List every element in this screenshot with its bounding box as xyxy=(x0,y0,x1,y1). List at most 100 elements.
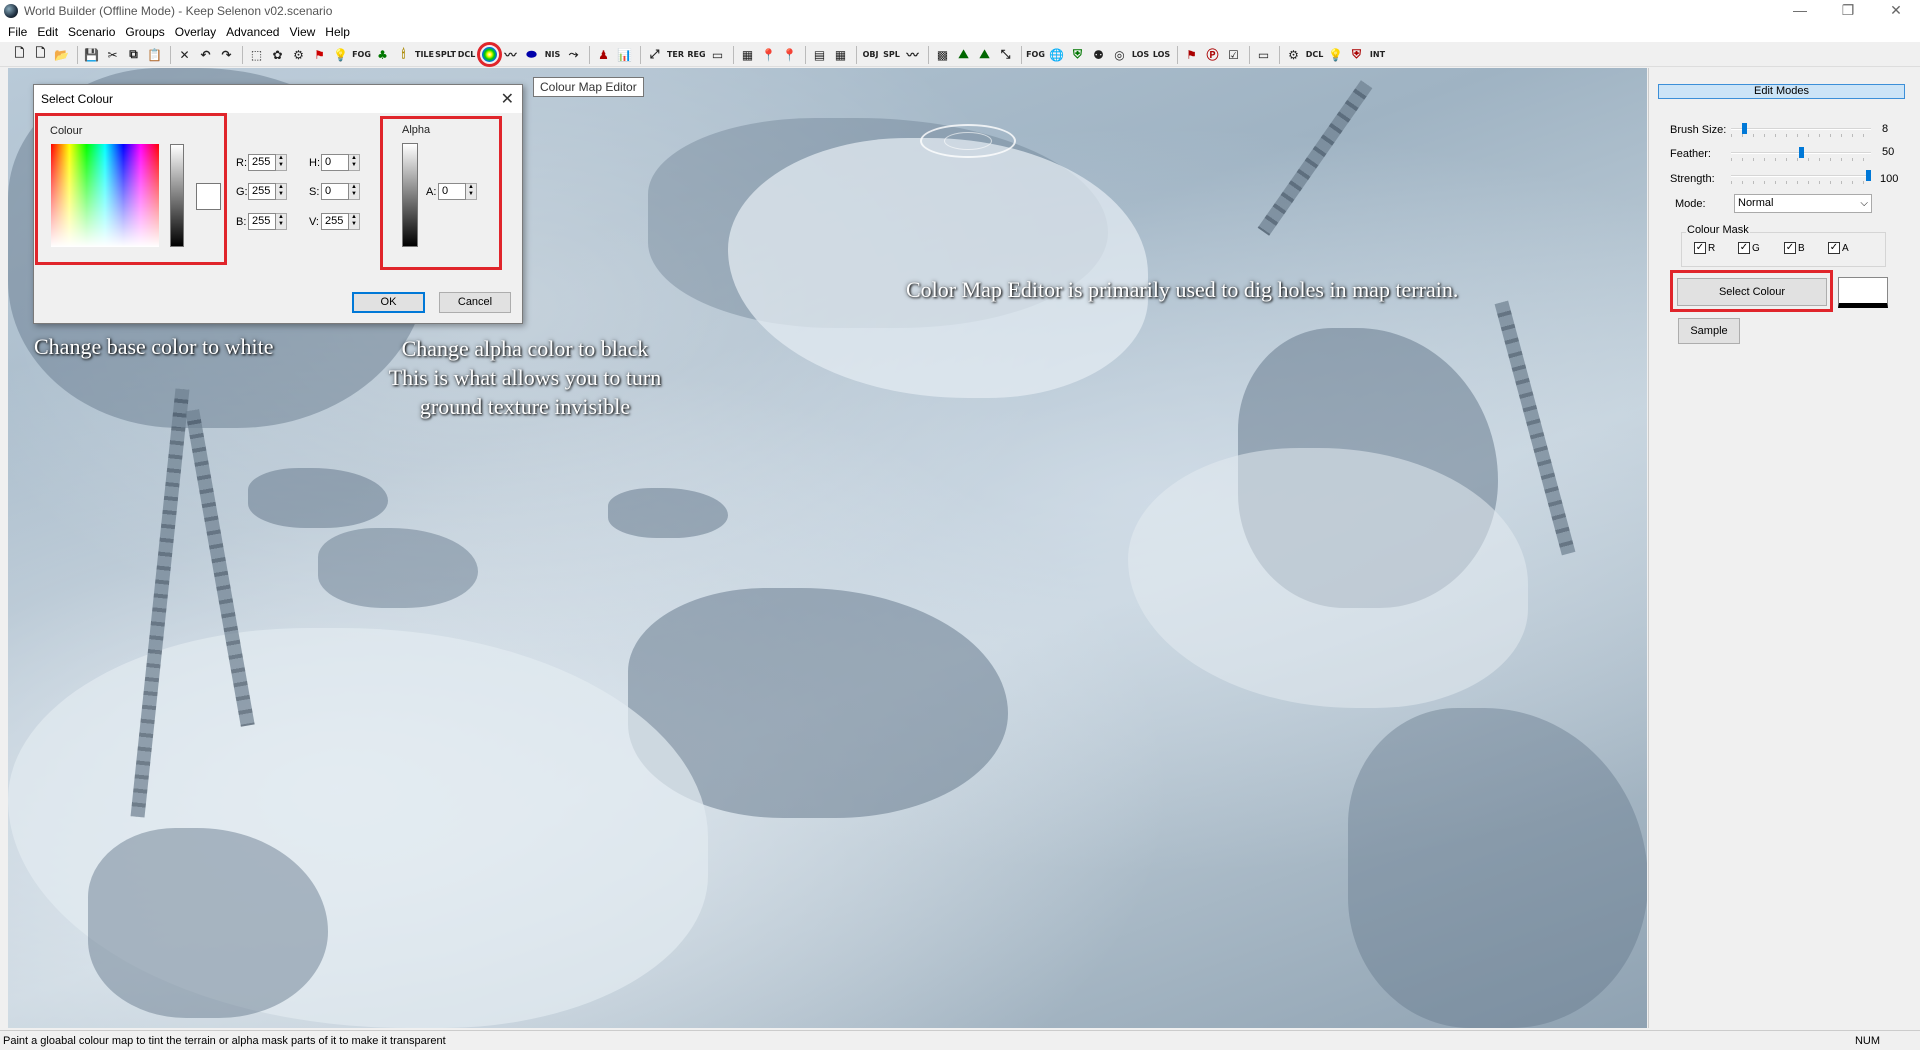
value-arrows[interactable]: ▲ ▼ xyxy=(349,213,360,230)
spline-button[interactable]: SPL xyxy=(882,45,901,64)
cut-icon[interactable]: ✂ xyxy=(103,45,122,64)
new-file-icon[interactable]: 🗋 xyxy=(10,45,29,64)
cancel-button[interactable]: Cancel xyxy=(439,292,511,313)
maximize-button[interactable]: ❐ xyxy=(1824,0,1872,22)
parking-icon[interactable]: Ⓟ xyxy=(1203,45,1222,64)
decal-toggle-button[interactable]: DCL xyxy=(1305,45,1324,64)
pattern-icon[interactable]: ▩ xyxy=(933,45,952,64)
sample-button[interactable]: Sample xyxy=(1678,318,1740,344)
brush-size-thumb[interactable] xyxy=(1741,123,1747,134)
delete-icon[interactable]: ✕ xyxy=(175,45,194,64)
blue-spinner[interactable]: B: 255 ▲ ▼ xyxy=(236,213,287,230)
group-icon[interactable]: ⚉ xyxy=(1089,45,1108,64)
landscape-icon[interactable]: ⛰ xyxy=(954,45,973,64)
torch-icon[interactable]: 🕯 xyxy=(394,45,413,64)
alpha-input[interactable]: 0 xyxy=(438,183,466,200)
red-arrows[interactable]: ▲ ▼ xyxy=(276,154,287,171)
region-button[interactable]: REG xyxy=(687,45,706,64)
chart-icon[interactable]: 📊 xyxy=(615,45,634,64)
nis-button[interactable]: NIS xyxy=(543,45,562,64)
road-icon[interactable]: 〰 xyxy=(501,45,520,64)
select-colour-button[interactable]: Select Colour xyxy=(1677,278,1827,306)
close-window-button[interactable]: ✕ xyxy=(1872,0,1920,22)
strength-thumb[interactable] xyxy=(1866,170,1871,181)
blue-input[interactable]: 255 xyxy=(248,213,276,230)
mask-b-checkbox[interactable]: ✓ B xyxy=(1784,242,1805,254)
mask-r-checkbox[interactable]: ✓ R xyxy=(1694,242,1715,254)
colour-map-editor-icon[interactable] xyxy=(477,42,502,67)
pin-alt-icon[interactable]: 📍 xyxy=(780,45,799,64)
settings-icon[interactable]: ⚙ xyxy=(1284,45,1303,64)
new-map-icon[interactable]: 🗋 xyxy=(31,45,50,64)
undo-icon[interactable]: ↶ xyxy=(196,45,215,64)
flag-icon[interactable]: ⚑ xyxy=(310,45,329,64)
dialog-close-icon[interactable]: ✕ xyxy=(501,89,514,109)
frame-icon[interactable]: ▭ xyxy=(708,45,727,64)
banner-icon[interactable]: ⚑ xyxy=(1182,45,1201,64)
unit-icon[interactable]: ♟ xyxy=(594,45,613,64)
hue-arrows[interactable]: ▲ ▼ xyxy=(349,154,360,171)
shield-alt-icon[interactable]: ⛨ xyxy=(1347,45,1366,64)
menu-view[interactable]: View xyxy=(289,25,315,39)
green-input[interactable]: 255 xyxy=(248,183,276,200)
lightbulb-icon[interactable]: 💡 xyxy=(331,45,350,64)
grid-icon[interactable]: ▦ xyxy=(738,45,757,64)
blue-arrows[interactable]: ▲ ▼ xyxy=(276,213,287,230)
menu-help[interactable]: Help xyxy=(325,25,350,39)
transform-icon[interactable]: ⤡ xyxy=(996,45,1015,64)
edit-modes-header[interactable]: Edit Modes xyxy=(1658,84,1905,99)
target-icon[interactable]: ◎ xyxy=(1110,45,1129,64)
open-folder-icon[interactable]: 📂 xyxy=(52,45,71,64)
tile-button[interactable]: TILE xyxy=(415,45,434,64)
marker-icon[interactable]: ⤢ xyxy=(645,45,664,64)
alpha-slider[interactable] xyxy=(402,143,418,247)
plant-icon[interactable]: ♣ xyxy=(373,45,392,64)
los-alt-button[interactable]: LOS xyxy=(1152,45,1171,64)
green-arrows[interactable]: ▲ ▼ xyxy=(276,183,287,200)
fog-button[interactable]: FOG xyxy=(352,45,371,64)
hue-input[interactable]: 0 xyxy=(321,154,349,171)
saturation-arrows[interactable]: ▲ ▼ xyxy=(349,183,360,200)
minimize-button[interactable]: — xyxy=(1776,0,1824,22)
red-spinner[interactable]: R: 255 ▲ ▼ xyxy=(236,154,287,171)
brush-size-slider[interactable] xyxy=(1731,123,1871,137)
mode-select[interactable]: Normal ⌵ xyxy=(1734,194,1872,213)
menu-scenario[interactable]: Scenario xyxy=(68,25,115,39)
feather-slider[interactable] xyxy=(1731,147,1871,161)
los-button[interactable]: LOS xyxy=(1131,45,1150,64)
feather-thumb[interactable] xyxy=(1798,147,1804,158)
menu-file[interactable]: File xyxy=(8,25,27,39)
alpha-spinner[interactable]: A: 0 ▲ ▼ xyxy=(426,183,477,200)
globe-icon[interactable]: 🌐 xyxy=(1047,45,1066,64)
menu-groups[interactable]: Groups xyxy=(125,25,164,39)
value-spinner[interactable]: V: 255 ▲ ▼ xyxy=(309,213,360,230)
gear-icon[interactable]: ⚙ xyxy=(289,45,308,64)
decal-button[interactable]: DCL xyxy=(457,45,476,64)
water-icon[interactable]: ⬬ xyxy=(522,45,541,64)
green-spinner[interactable]: G: 255 ▲ ▼ xyxy=(236,183,287,200)
camera-icon[interactable]: ▭ xyxy=(1254,45,1273,64)
saturation-spinner[interactable]: S: 0 ▲ ▼ xyxy=(309,183,360,200)
light-icon[interactable]: 💡 xyxy=(1326,45,1345,64)
saturation-input[interactable]: 0 xyxy=(321,183,349,200)
copy-icon[interactable]: ⧉ xyxy=(124,45,143,64)
pin-icon[interactable]: 📍 xyxy=(759,45,778,64)
landscape-alt-icon[interactable]: ⛰ xyxy=(975,45,994,64)
checklist-icon[interactable]: ☑ xyxy=(1224,45,1243,64)
splat-button[interactable]: SPLT xyxy=(435,45,456,64)
save-icon[interactable]: 💾 xyxy=(82,45,101,64)
ok-button[interactable]: OK xyxy=(352,292,425,313)
mask-a-checkbox[interactable]: ✓ A xyxy=(1828,242,1849,254)
menu-edit[interactable]: Edit xyxy=(37,25,58,39)
paste-icon[interactable]: 📋 xyxy=(145,45,164,64)
fog-toggle-button[interactable]: FOG xyxy=(1026,45,1045,64)
path-icon[interactable]: ⤳ xyxy=(564,45,583,64)
object-button[interactable]: OBJ xyxy=(861,45,880,64)
select-icon[interactable]: ⬚ xyxy=(247,45,266,64)
interior-button[interactable]: INT xyxy=(1368,45,1387,64)
terrain-button[interactable]: TER xyxy=(666,45,685,64)
tree-icon[interactable]: ✿ xyxy=(268,45,287,64)
red-input[interactable]: 255 xyxy=(248,154,276,171)
colour-spectrum[interactable] xyxy=(51,144,159,247)
strength-slider[interactable] xyxy=(1731,170,1871,184)
